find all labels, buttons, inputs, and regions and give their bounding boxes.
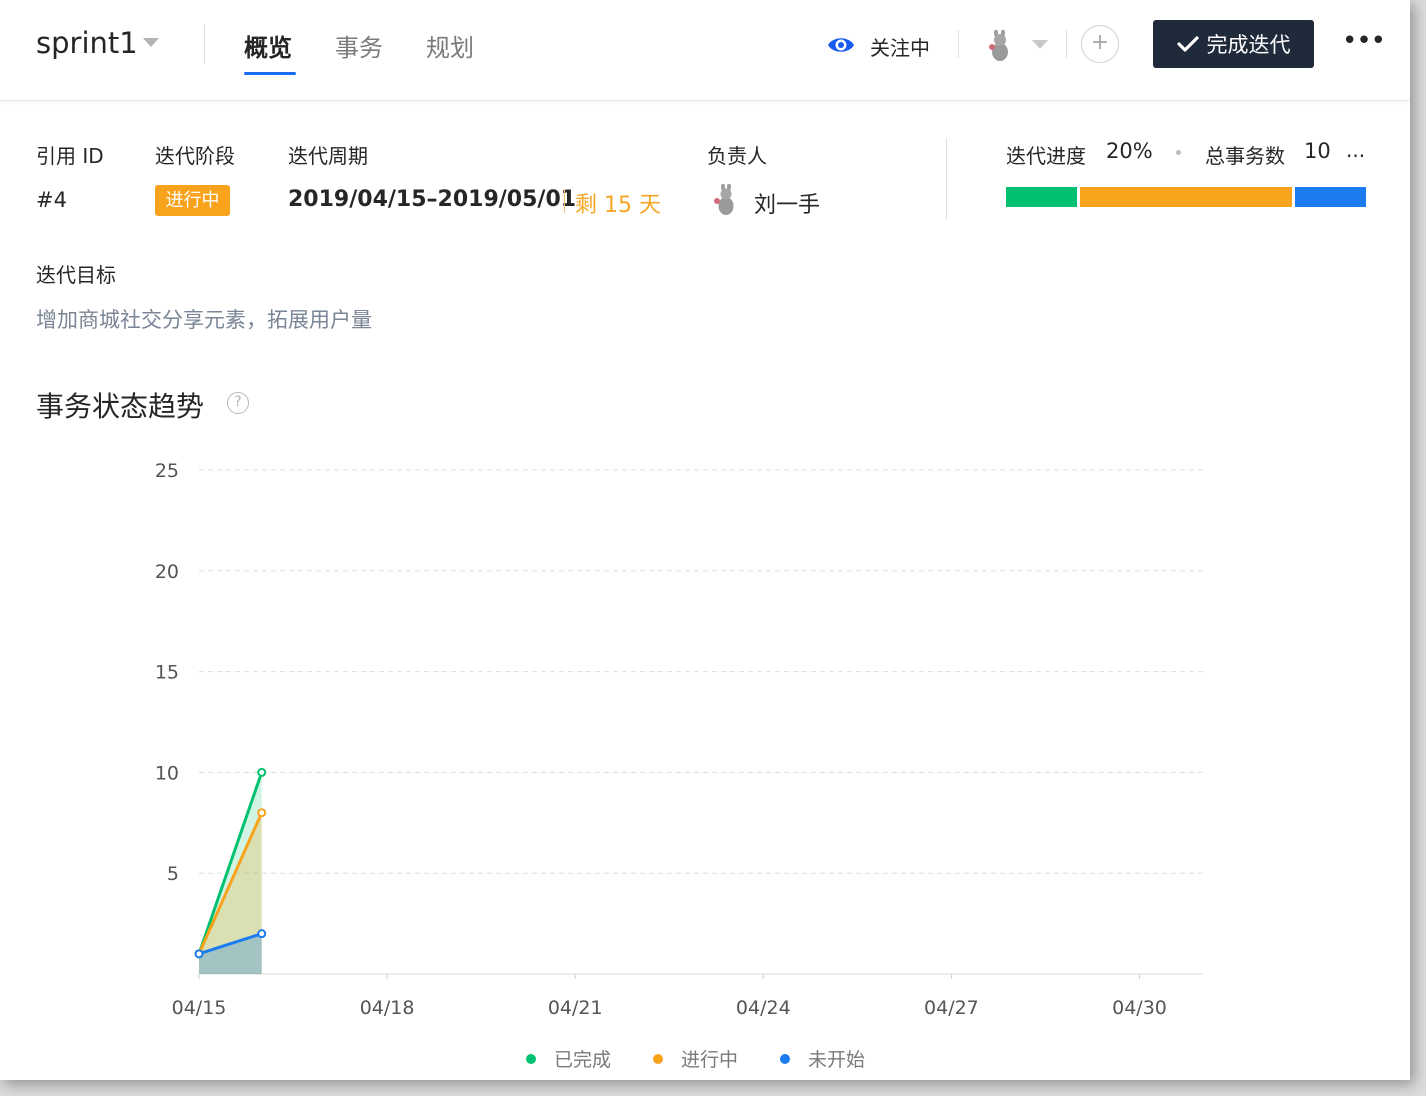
progress-value: 20% (1106, 139, 1153, 163)
legend-dot (526, 1053, 536, 1064)
x-tick-label: 04/15 (172, 997, 227, 1019)
goal-text[interactable]: 增加商城社交分享元素，拓展用户量 (36, 304, 372, 334)
tab-overview[interactable]: 概览 (244, 28, 292, 63)
chart-legend: 已完成 进行中 未开始 (526, 1045, 865, 1072)
active-tab-indicator (244, 72, 296, 75)
progress-segment (1006, 187, 1077, 207)
info-divider (946, 138, 947, 220)
watch-toggle[interactable]: 关注中 (870, 32, 930, 61)
legend-item[interactable]: 已完成 (526, 1045, 611, 1072)
separator-dot (1176, 150, 1181, 155)
y-tick-label: 10 (155, 762, 179, 784)
total-tasks-label: 总事务数 (1205, 144, 1285, 168)
legend-dot (780, 1053, 791, 1064)
y-tick-label: 5 (167, 863, 179, 885)
tab-planning[interactable]: 规划 (426, 28, 474, 63)
remaining-days: 剩 15 天 (575, 193, 661, 218)
eye-icon[interactable] (826, 32, 856, 58)
legend-dot (653, 1053, 664, 1064)
x-tick-label: 04/18 (360, 997, 415, 1019)
progress-segment (1079, 187, 1293, 207)
x-tick-label: 04/30 (1112, 997, 1167, 1019)
period-value[interactable]: 2019/04/15–2019/05/01 (288, 187, 576, 212)
goal-label: 迭代目标 (36, 263, 116, 287)
total-tasks-value: 10 (1304, 139, 1331, 163)
sprint-overview-window: sprint1 概览 事务 规划 关注中 + 完成迭代 ••• 引用 ID #4… (0, 0, 1410, 1080)
x-tick-label: 04/21 (548, 997, 603, 1019)
sprint-name-dropdown[interactable]: sprint1 (36, 26, 138, 60)
legend-label: 未开始 (808, 1049, 866, 1071)
data-point (194, 949, 204, 959)
header-divider (1066, 30, 1067, 58)
owner-avatar-icon (714, 184, 734, 215)
y-tick-label: 15 (155, 662, 179, 684)
y-tick-label: 25 (155, 460, 179, 482)
status-trend-chart: 25 20 15 10 5 04/15 04/18 04/21 04/24 04/27 04/30 (155, 460, 1203, 1019)
chevron-down-icon[interactable] (143, 38, 159, 47)
info-more-icon[interactable]: ... (1346, 138, 1365, 162)
x-tick-label: 04/24 (736, 997, 791, 1019)
progress-segment (1295, 187, 1366, 207)
complete-sprint-label: 完成迭代 (1206, 33, 1291, 57)
legend-item[interactable]: 进行中 (653, 1045, 738, 1072)
y-tick-label: 20 (155, 561, 179, 583)
header-divider (958, 30, 959, 58)
chevron-down-icon[interactable] (1032, 40, 1048, 49)
progress-bar (1006, 187, 1366, 207)
add-member-button[interactable]: + (1081, 25, 1119, 63)
owner-label: 负责人 (707, 144, 767, 168)
legend-label: 进行中 (681, 1049, 739, 1071)
period-divider (564, 189, 565, 213)
sprint-header: sprint1 概览 事务 规划 关注中 + 完成迭代 ••• (0, 0, 1410, 101)
member-avatar-icon[interactable] (986, 30, 1014, 62)
data-point (257, 929, 267, 939)
owner-name[interactable]: 刘一手 (754, 187, 820, 219)
ref-id-label: 引用 ID (36, 144, 104, 168)
period-label: 迭代周期 (288, 144, 368, 168)
complete-sprint-button[interactable]: 完成迭代 (1153, 20, 1314, 68)
ref-id-value: #4 (36, 188, 67, 212)
progress-label: 迭代进度 (1006, 144, 1086, 168)
section-title: 事务状态趋势 (36, 390, 205, 423)
data-point (257, 767, 267, 777)
stage-label: 迭代阶段 (155, 144, 235, 168)
legend-label: 已完成 (554, 1049, 612, 1071)
tab-tasks[interactable]: 事务 (335, 28, 383, 63)
question-circle-icon[interactable]: ? (227, 392, 249, 414)
legend-item[interactable]: 未开始 (780, 1045, 865, 1072)
stage-badge[interactable]: 进行中 (155, 185, 230, 216)
more-icon[interactable]: ••• (1342, 26, 1386, 56)
x-tick-label: 04/27 (924, 997, 979, 1019)
check-icon (1176, 36, 1199, 52)
data-point (257, 808, 267, 818)
header-divider (204, 24, 205, 64)
